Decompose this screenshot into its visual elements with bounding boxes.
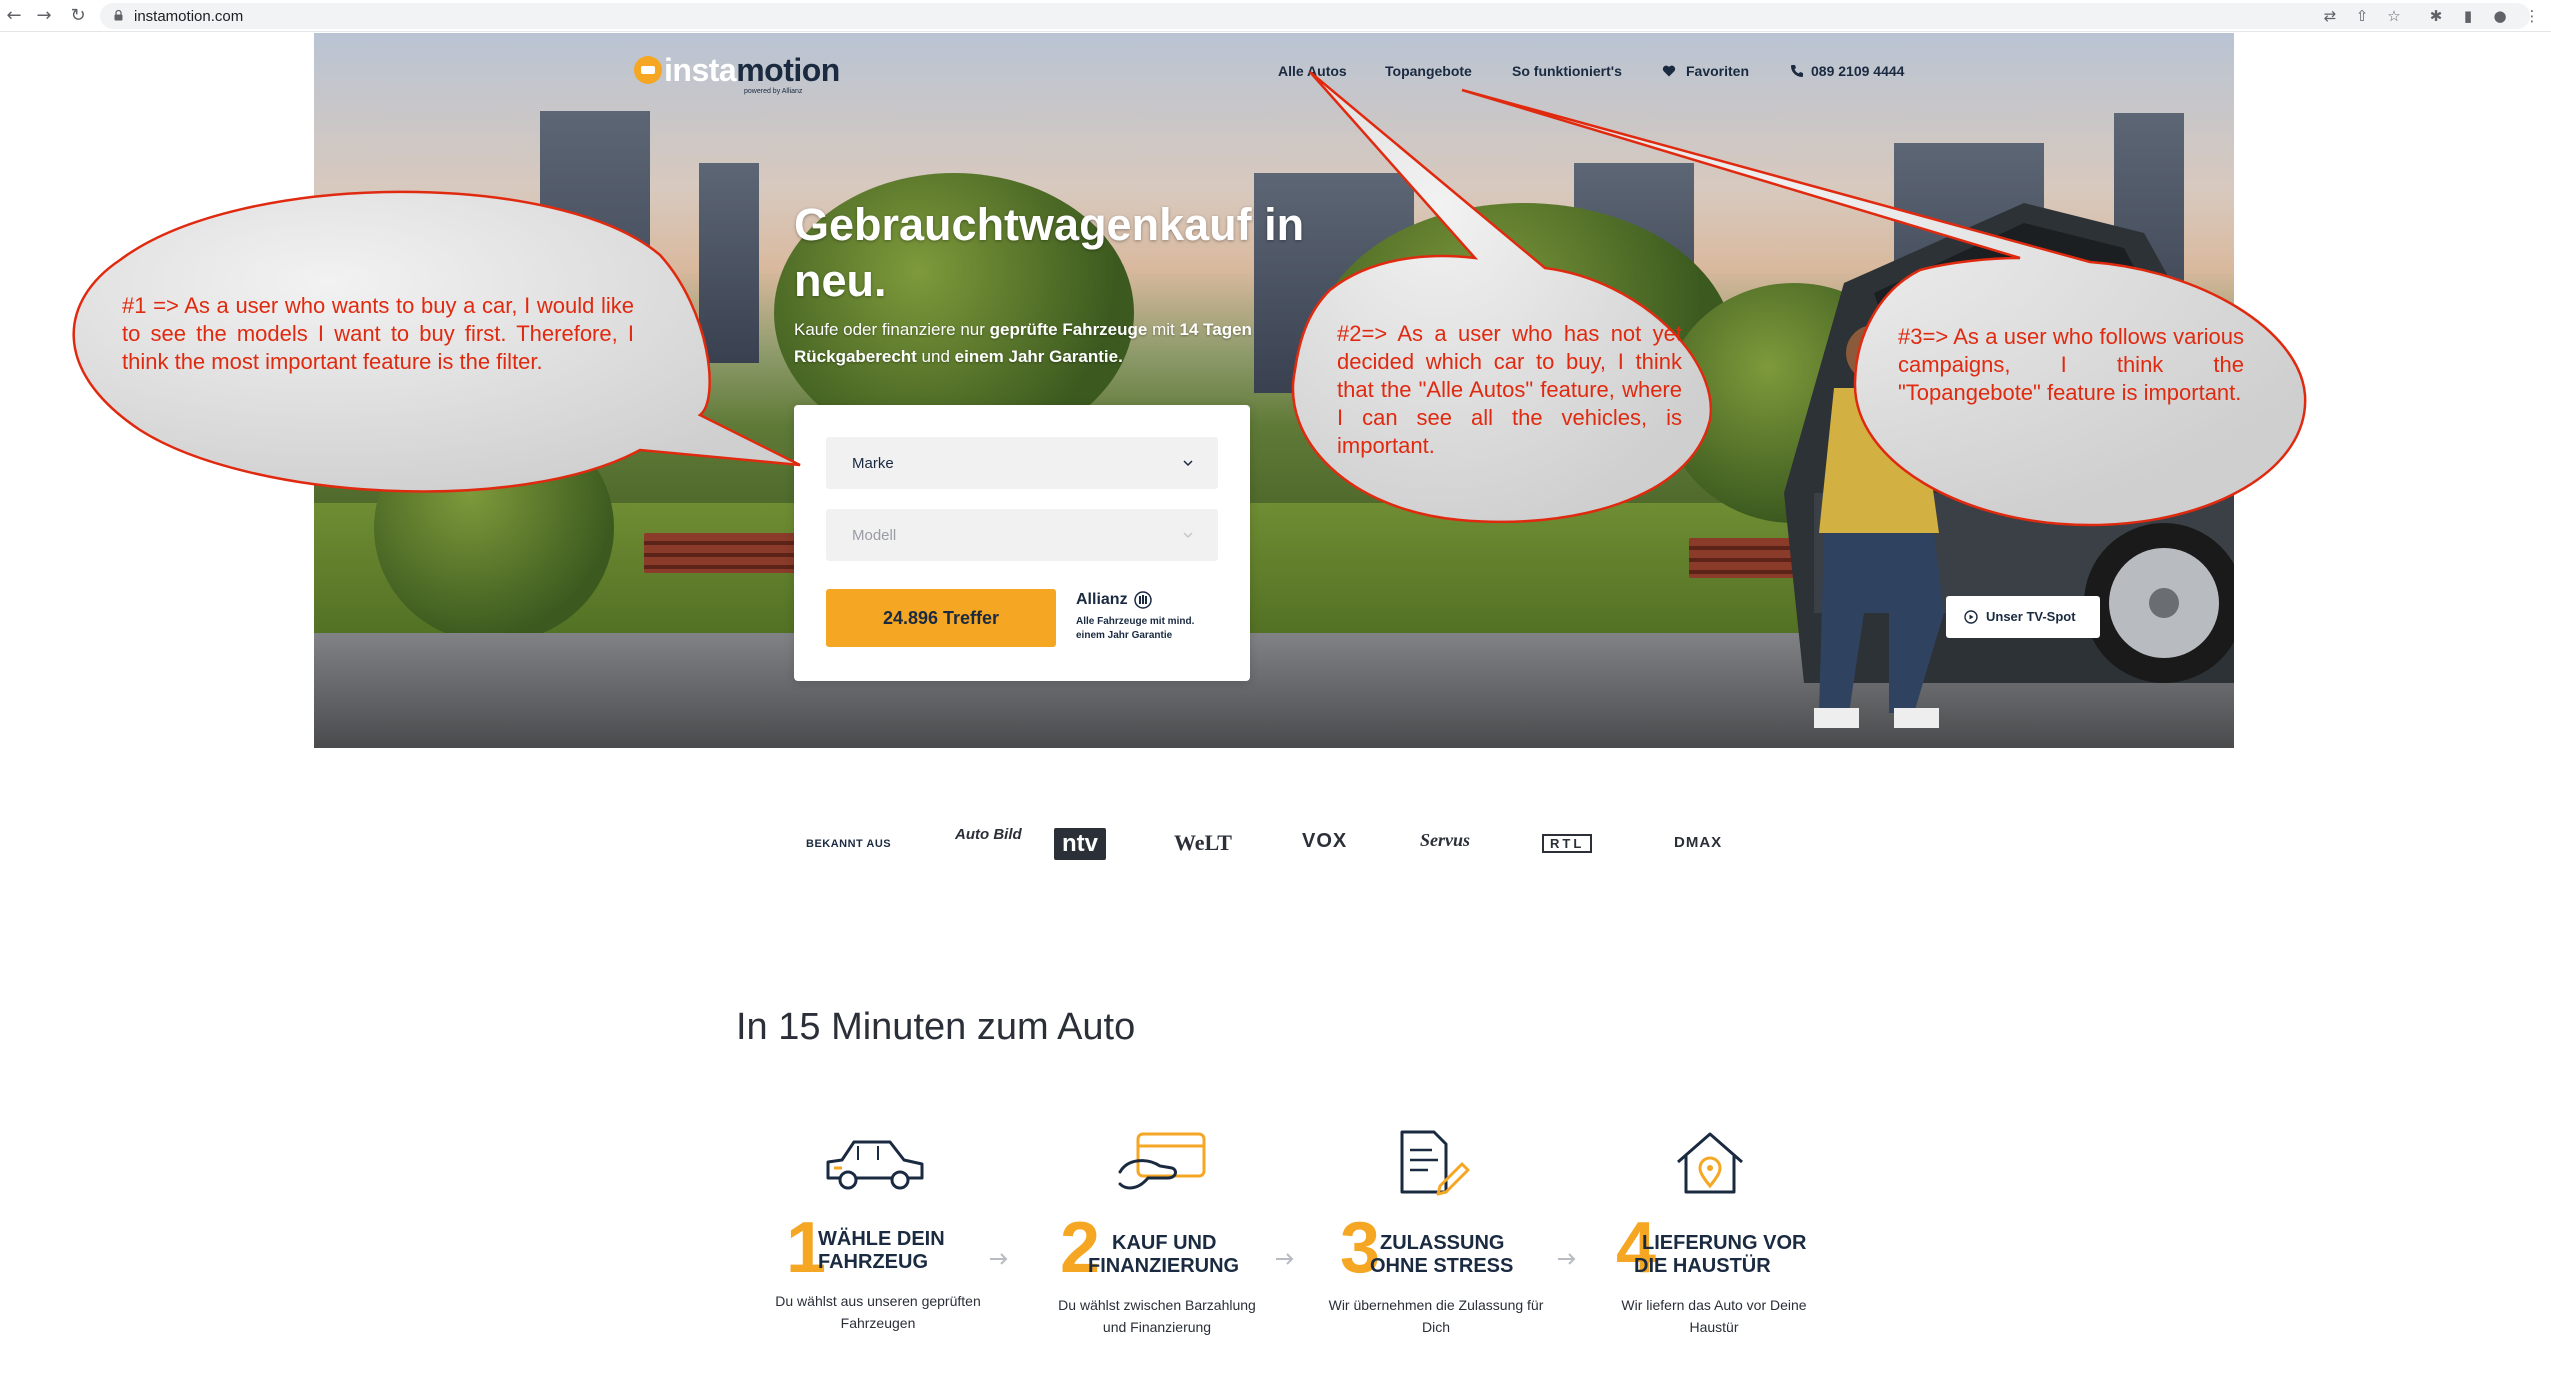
annotation-text-1: #1 => As a user who wants to buy a car, … xyxy=(122,293,634,374)
press-logo-dmax: DMAX xyxy=(1674,834,1723,851)
press-logo-ntv: ntv xyxy=(1054,828,1106,860)
step-heading: DIE HAUSTÜR xyxy=(1634,1255,1771,1277)
steps-title: In 15 Minuten zum Auto xyxy=(736,1006,1136,1048)
press-logo-servus: Servus xyxy=(1420,830,1471,850)
show-results-button[interactable]: 24.896 Treffer xyxy=(826,589,1056,647)
bookmark-star-icon[interactable]: ☆ xyxy=(2382,4,2406,28)
screenshot-root: { "browser": { "url": "instamotion.com",… xyxy=(0,0,2551,1388)
nav-favoriten[interactable]: Favoriten xyxy=(1686,63,1749,79)
tv-spot-button[interactable]: Unser TV-Spot xyxy=(1946,596,2100,638)
heart-icon xyxy=(1662,65,1676,77)
hero-title: Gebrauchtwagenkauf in neu. xyxy=(794,199,1305,306)
make-select-label: Marke xyxy=(852,455,894,472)
step-heading: OHNE STRESS xyxy=(1370,1255,1514,1277)
model-select[interactable]: Modell xyxy=(826,509,1218,561)
bush-foliage xyxy=(374,413,614,643)
hero-subtitle-part: und xyxy=(916,347,955,366)
step-description: Wir übernehmen die Zulassung für Dich xyxy=(1328,1297,1544,1335)
house-location-icon xyxy=(1677,1132,1743,1194)
annotation-text-2: #2=> As a user who has not yet decided w… xyxy=(1337,321,1682,458)
nav-topangebote[interactable]: Topangebote xyxy=(1385,63,1472,79)
hero-subtitle-part: mit xyxy=(1147,320,1180,339)
lock-icon xyxy=(114,10,123,21)
step-description: Wir liefern das Auto vor Deine Haustür xyxy=(1621,1297,1807,1335)
chevron-down-icon xyxy=(1183,460,1193,467)
hero-subtitle-part: Kaufe oder finanziere nur xyxy=(794,320,990,339)
step-description: Du wählst zwischen Barzahlung und Finanz… xyxy=(1058,1297,1256,1335)
logo-mark-icon xyxy=(634,56,662,84)
logo-text-insta: insta xyxy=(664,52,737,88)
step-heading: LIEFERUNG VOR xyxy=(1642,1232,1807,1254)
step-heading: KAUF UND xyxy=(1112,1232,1217,1254)
logo-tagline: powered by Allianz xyxy=(744,88,803,95)
hero-subtitle-bold: geprüfte Fahrzeuge xyxy=(989,320,1148,339)
press-logo-welt: WeLT xyxy=(1174,830,1232,855)
press-logo-autobild: Auto Bild xyxy=(955,826,1022,843)
background-building xyxy=(699,163,759,363)
extensions-icon[interactable]: ✱ xyxy=(2424,4,2448,28)
step-arrow-icon xyxy=(990,1253,1008,1265)
allianz-logo-text: Allianz xyxy=(1076,591,1128,608)
back-button-icon[interactable]: ← xyxy=(2,4,26,28)
press-logo-rtl: RTL xyxy=(1542,834,1593,853)
hero-subtitle: Kaufe oder finanziere nur geprüfte Fahrz… xyxy=(794,316,1314,370)
play-circle-icon xyxy=(1964,610,1978,624)
phone-icon xyxy=(1791,65,1803,77)
logo-text-motion: motion xyxy=(736,52,840,88)
step-heading: FAHRZEUG xyxy=(818,1251,928,1273)
profile-avatar-icon[interactable]: ● xyxy=(2488,4,2512,28)
credit-card-icon xyxy=(1118,1132,1206,1190)
step-heading: FINANZIERUNG xyxy=(1088,1255,1240,1277)
step-heading: WÄHLE DEIN xyxy=(818,1228,945,1250)
chevron-down-icon xyxy=(1183,532,1193,539)
warranty-note: Alle Fahrzeuge mit mind. einem Jahr Gara… xyxy=(1076,616,1195,641)
nav-so-funktionierts[interactable]: So funktioniert's xyxy=(1512,63,1622,79)
step-arrow-icon xyxy=(1558,1253,1576,1265)
reload-button-icon[interactable]: ↻ xyxy=(66,4,90,28)
nav-phone-number[interactable]: 089 2109 4444 xyxy=(1811,63,1904,79)
browser-menu-icon[interactable]: ⋮ xyxy=(2520,4,2544,28)
nav-alle-autos[interactable]: Alle Autos xyxy=(1278,63,1347,79)
car-search-card: Marke Modell 24.896 Treffer Allianz Alle… xyxy=(794,405,1250,681)
step-arrow-icon xyxy=(1276,1253,1294,1265)
share-icon[interactable]: ⇧ xyxy=(2350,4,2374,28)
document-pen-icon xyxy=(1400,1130,1470,1196)
side-panel-icon[interactable]: ▮ xyxy=(2456,4,2480,28)
annotation-text-3: #3=> As a user who follows various campa… xyxy=(1898,324,2244,405)
step-heading: ZULASSUNG xyxy=(1380,1232,1505,1254)
forward-button-icon[interactable]: → xyxy=(32,4,56,28)
address-bar[interactable]: instamotion.com xyxy=(100,3,2530,29)
url-text: instamotion.com xyxy=(134,8,244,25)
press-logo-vox: VOX xyxy=(1302,830,1348,852)
translate-icon[interactable]: ⇄ xyxy=(2318,4,2342,28)
allianz-eagle-icon xyxy=(1134,591,1152,609)
park-bench xyxy=(644,533,814,573)
hero-subtitle-bold: einem Jahr Garantie. xyxy=(954,347,1123,366)
make-select[interactable]: Marke xyxy=(826,437,1218,489)
step-description: Du wählst aus unseren geprüften Fahrzeug… xyxy=(775,1293,981,1331)
tv-spot-label: Unser TV-Spot xyxy=(1986,609,2076,624)
model-select-label: Modell xyxy=(852,527,897,544)
browser-toolbar: ← → ↻ instamotion.com ⇄ ⇧ ☆ ✱ ▮ ● ⋮ xyxy=(0,0,2551,32)
car-icon xyxy=(826,1140,924,1190)
press-label: BEKANNT AUS xyxy=(806,838,892,850)
